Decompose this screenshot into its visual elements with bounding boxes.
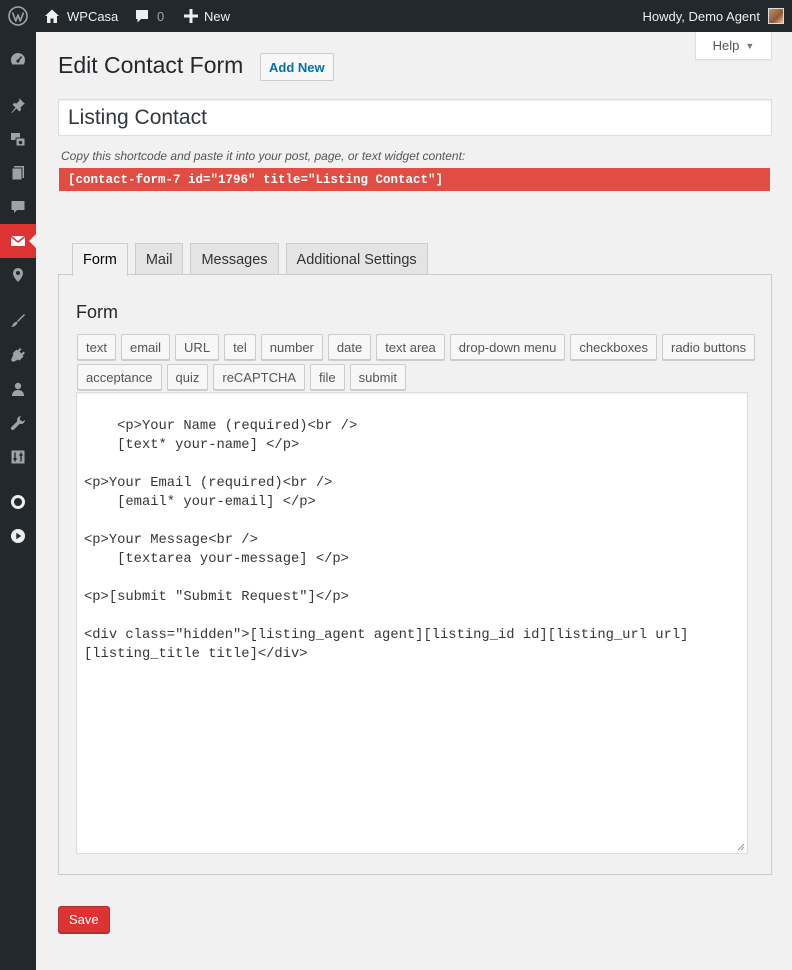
circle-icon [11, 495, 25, 509]
tab-mail[interactable]: Mail [134, 243, 184, 275]
location-icon [13, 268, 23, 282]
help-label: Help [712, 38, 740, 53]
tag-button-date[interactable]: date [327, 334, 372, 360]
menu-locations[interactable] [0, 258, 36, 292]
form-template-content: <p>Your Name (required)<br /> [text* you… [84, 419, 689, 662]
wordpress-logo-icon[interactable] [8, 0, 28, 32]
new-content-link[interactable]: New [184, 0, 230, 32]
admin-bar: WPCasa 0 New Howdy, Demo Agent [0, 0, 792, 32]
form-template-textarea[interactable]: <p>Your Name (required)<br /> [text* you… [76, 392, 748, 854]
tag-generator-row-2: acceptance quiz reCAPTCHA file submit [77, 364, 406, 390]
shortcode-description: Copy this shortcode and paste it into yo… [61, 149, 466, 163]
form-panel-heading: Form [76, 302, 118, 322]
help-tab-button[interactable]: Help ▼ [695, 32, 772, 60]
comments-link[interactable]: 0 [134, 0, 164, 32]
my-account-link[interactable]: Howdy, Demo Agent [642, 0, 784, 32]
settings-icon [11, 450, 25, 464]
pin-icon [11, 98, 25, 113]
form-panel: Form text email URL tel number date text… [58, 274, 772, 875]
avatar [768, 8, 784, 24]
admin-sidebar [0, 32, 36, 970]
play-icon [11, 529, 25, 543]
resize-grip-icon[interactable] [737, 843, 745, 851]
menu-contact[interactable] [0, 224, 36, 258]
home-icon [44, 8, 60, 24]
comments-icon [11, 201, 25, 213]
site-name-link[interactable]: WPCasa [44, 0, 118, 32]
tag-generator-row-1: text email URL tel number date text area… [77, 334, 756, 360]
menu-tools[interactable] [0, 406, 36, 440]
tab-bar: Form Mail Messages Additional Settings [72, 243, 428, 276]
greeting: Howdy, Demo Agent [642, 8, 760, 24]
new-label: New [204, 8, 231, 24]
page-title: Edit Contact Form [58, 52, 244, 78]
menu-posts[interactable] [0, 88, 36, 122]
site-name: WPCasa [67, 8, 119, 24]
media-icon [11, 133, 26, 147]
menu-settings[interactable] [0, 440, 36, 474]
menu-play[interactable] [0, 519, 36, 553]
shortcode-text[interactable]: [contact-form-7 id="1796" title="Listing… [59, 168, 770, 191]
save-button[interactable]: Save [58, 906, 110, 933]
tag-button-quiz[interactable]: quiz [166, 364, 209, 390]
tools-icon [10, 416, 25, 431]
tag-button-number[interactable]: number [260, 334, 323, 360]
appearance-icon [11, 314, 25, 327]
plugins-icon [11, 348, 25, 362]
tab-additional-settings[interactable]: Additional Settings [285, 243, 428, 275]
menu-media[interactable] [0, 122, 36, 156]
tag-button-dropdown[interactable]: drop-down menu [449, 334, 566, 360]
tag-button-tel[interactable]: tel [224, 334, 256, 360]
menu-users[interactable] [0, 372, 36, 406]
users-icon [12, 382, 24, 396]
tag-button-url[interactable]: URL [175, 334, 220, 360]
pages-icon [11, 166, 24, 181]
comment-bubble-icon [134, 8, 150, 24]
menu-plugins[interactable] [0, 338, 36, 372]
add-new-button[interactable]: Add New [260, 53, 334, 81]
tag-button-radio[interactable]: radio buttons [662, 334, 756, 360]
menu-circle[interactable] [0, 485, 36, 519]
menu-appearance[interactable] [0, 304, 36, 338]
tag-button-recaptcha[interactable]: reCAPTCHA [213, 364, 306, 390]
tag-button-file[interactable]: file [310, 364, 345, 390]
caret-down-icon: ▼ [745, 40, 755, 51]
contact-mail-icon [10, 235, 26, 246]
plus-icon [184, 9, 198, 23]
comments-count: 0 [157, 8, 165, 24]
tag-button-submit[interactable]: submit [349, 364, 406, 390]
tag-button-textarea[interactable]: text area [376, 334, 445, 360]
tag-button-text[interactable]: text [77, 334, 116, 360]
tab-form[interactable]: Form [72, 243, 128, 276]
dashboard-icon [10, 53, 26, 65]
menu-dashboard[interactable] [0, 42, 36, 76]
menu-comments[interactable] [0, 190, 36, 224]
tag-button-checkboxes[interactable]: checkboxes [570, 334, 657, 360]
tag-button-email[interactable]: email [120, 334, 171, 360]
form-title-input[interactable]: Listing Contact [58, 99, 772, 136]
tab-messages[interactable]: Messages [190, 243, 279, 275]
menu-pages[interactable] [0, 156, 36, 190]
tag-button-acceptance[interactable]: acceptance [77, 364, 162, 390]
